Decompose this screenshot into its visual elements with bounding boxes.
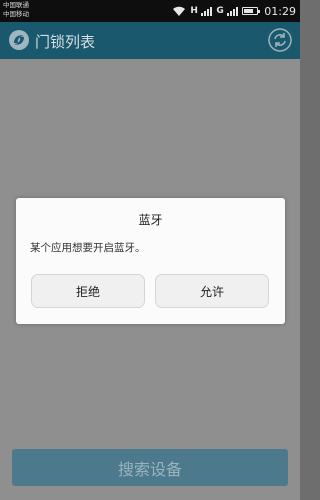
network-type-1: H xyxy=(190,6,198,16)
app-screen: 中国联通 中国移动 H G 01:29 门锁列表 搜索设备 蓝牙 某个应用想要开… xyxy=(0,0,300,500)
carrier-info: 中国联通 中国移动 xyxy=(3,1,29,19)
carrier-1: 中国联通 xyxy=(3,1,29,9)
battery-fill xyxy=(244,9,253,13)
allow-button[interactable]: 允许 xyxy=(155,274,269,308)
app-header: 门锁列表 xyxy=(0,22,300,59)
status-bar: 中国联通 中国移动 H G 01:29 xyxy=(0,0,300,22)
clock: 01:29 xyxy=(264,4,296,18)
network-type-2: G xyxy=(216,6,224,16)
status-icons: H G 01:29 xyxy=(172,3,296,19)
deny-button[interactable]: 拒绝 xyxy=(31,274,145,308)
dialog-message: 某个应用想要开启蓝牙。 xyxy=(30,242,146,254)
search-devices-button[interactable]: 搜索设备 xyxy=(12,449,288,486)
page-title: 门锁列表 xyxy=(35,33,96,51)
bluetooth-dialog: 蓝牙 某个应用想要开启蓝牙。 拒绝 允许 xyxy=(16,198,285,324)
battery-icon xyxy=(242,7,261,15)
refresh-icon[interactable] xyxy=(268,28,292,52)
wifi-icon xyxy=(173,6,186,16)
app-logo-icon xyxy=(9,30,29,50)
signal-strength-1-icon xyxy=(201,6,213,16)
signal-strength-2-icon xyxy=(227,6,239,16)
carrier-2: 中国移动 xyxy=(3,10,29,18)
dialog-title: 蓝牙 xyxy=(138,213,163,227)
